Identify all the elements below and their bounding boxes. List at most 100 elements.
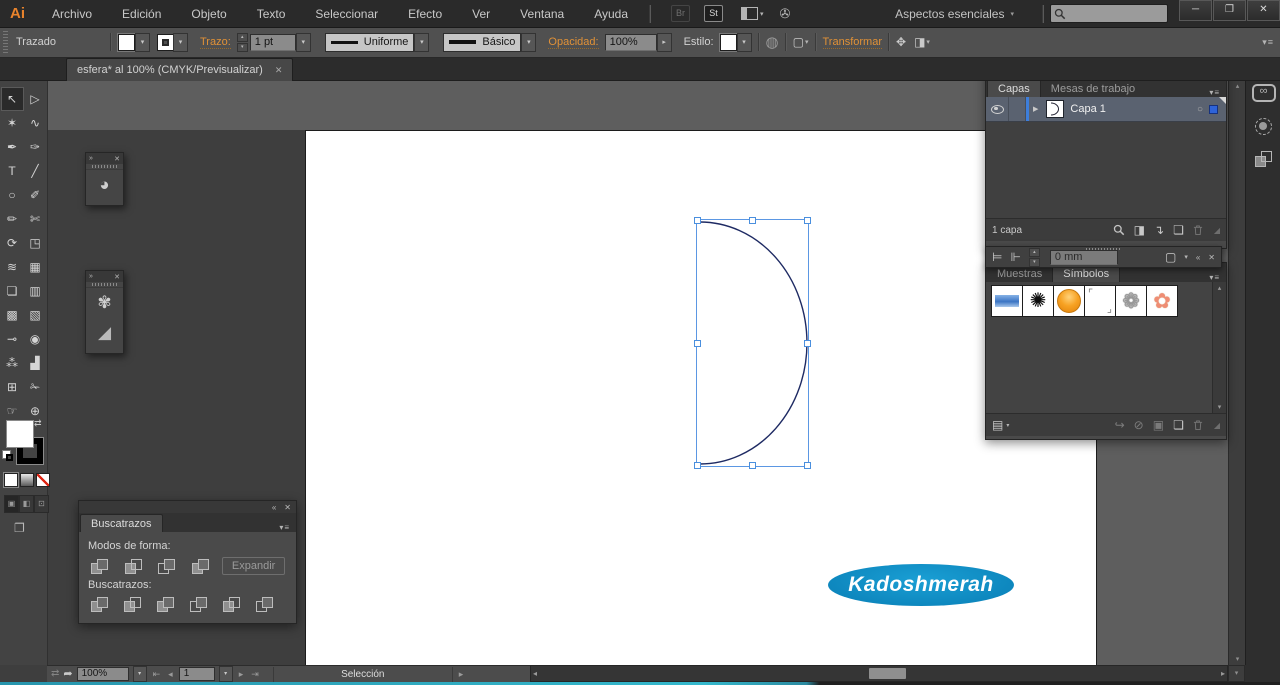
export-icon[interactable]: ➦ (63, 668, 72, 680)
handle-mid-left[interactable] (694, 340, 701, 347)
scroll-down-button[interactable]: ▾ (1228, 665, 1245, 682)
previous-artboard-icon[interactable]: ◂ (166, 669, 175, 680)
draw-inside-button[interactable]: ⊡ (34, 495, 49, 513)
horizontal-scrollbar[interactable]: ◂ ▸ (530, 665, 1228, 682)
break-link-icon[interactable]: ⊘ (1134, 419, 1144, 431)
align-vertical-icon[interactable]: ⊩ (1010, 251, 1020, 263)
crop-button[interactable] (187, 596, 211, 613)
brush-dropdown[interactable]: ▾ (521, 32, 537, 52)
close-icon[interactable]: ✕ (114, 273, 120, 281)
menu-edicion[interactable]: Edición (107, 7, 176, 21)
place-symbol-icon[interactable]: ↪ (1115, 419, 1125, 431)
symbol-trim-marks[interactable]: ⌜ ⌟ (1085, 286, 1116, 316)
line-segment-tool[interactable]: ╱ (24, 159, 47, 183)
artboard-dropdown[interactable]: ▾ (218, 666, 233, 682)
trim-button[interactable] (121, 596, 145, 613)
locate-object-icon[interactable] (1113, 224, 1125, 236)
resize-grip-icon[interactable]: ◢ (1214, 421, 1220, 430)
scroll-down-icon[interactable]: ▾ (1218, 403, 1222, 411)
lock-cell[interactable] (1009, 97, 1026, 121)
pencil-tool[interactable]: ✏ (1, 207, 24, 231)
strip-grip[interactable] (1086, 248, 1122, 250)
minimize-button[interactable]: ─ (1179, 0, 1212, 21)
layers-list-empty[interactable] (986, 122, 1226, 218)
handle-top-left[interactable] (694, 217, 701, 224)
stock-button[interactable]: St (704, 5, 724, 22)
arrange-documents-button[interactable]: ▾ (741, 7, 764, 20)
close-icon[interactable]: ✕ (284, 503, 291, 512)
select-similar-icon[interactable]: ▢ (793, 36, 804, 48)
symbol-ribbon[interactable] (992, 286, 1023, 316)
clipping-mask-icon[interactable]: ◨ (1134, 224, 1145, 236)
minus-front-button[interactable] (122, 558, 146, 575)
scrollbar-thumb[interactable] (869, 668, 906, 679)
last-artboard-icon[interactable]: ⇥ (249, 669, 261, 680)
symbol-sprayer-tool[interactable]: ⁂ (1, 351, 24, 375)
tab-capas[interactable]: Capas (987, 79, 1041, 97)
resize-grip-icon[interactable]: ◢ (1214, 226, 1220, 235)
palette-tool[interactable]: ✾ (86, 288, 123, 318)
color-button[interactable] (4, 473, 18, 487)
stroke-color-swatch[interactable] (157, 33, 174, 51)
align-to-selection-icon[interactable]: ▢ (1165, 251, 1176, 263)
symbol-options-icon[interactable]: ▣ (1153, 419, 1164, 431)
style-swatch[interactable] (719, 33, 737, 51)
panel-menu[interactable]: ▾≡ (273, 523, 296, 532)
stroke-weight-field[interactable]: 1 pt (249, 33, 296, 51)
swap-fill-stroke-icon[interactable]: ⇄ (34, 418, 42, 429)
search-input[interactable] (1069, 6, 1159, 21)
restore-button[interactable]: ❐ (1213, 0, 1246, 21)
merge-button[interactable] (154, 596, 178, 613)
target-icon[interactable]: ○ (1197, 104, 1209, 115)
panel-menu[interactable]: ▾≡ (1203, 273, 1226, 282)
next-artboard-icon[interactable]: ▸ (237, 669, 246, 680)
delete-layer-icon[interactable] (1193, 224, 1203, 236)
selected-art-indicator[interactable] (1209, 104, 1218, 114)
scroll-up-icon[interactable]: ▴ (1218, 284, 1222, 292)
menu-ventana[interactable]: Ventana (505, 7, 579, 21)
libraries-panel-icon[interactable] (1246, 118, 1280, 135)
outline-button[interactable] (220, 596, 244, 613)
draw-normal-button[interactable]: ▣ (4, 495, 19, 513)
artboard-tool[interactable]: ⊞ (1, 375, 24, 399)
scroll-up-icon[interactable]: ▴ (1229, 82, 1246, 90)
new-symbol-icon[interactable]: ❏ (1173, 419, 1184, 431)
fill-color-dropdown[interactable]: ▾ (135, 32, 150, 52)
handle-mid-right[interactable] (804, 340, 811, 347)
blend-tool[interactable]: ◉ (24, 327, 47, 351)
illustrator-logo[interactable]: Ai (0, 5, 37, 22)
mesh-tool[interactable]: ▩ (1, 303, 24, 327)
expand-layer-icon[interactable]: ▶ (1029, 105, 1042, 113)
type-tool[interactable]: T (1, 159, 24, 183)
sphere-tool[interactable]: ◕ (86, 170, 123, 200)
divide-button[interactable] (88, 596, 112, 613)
handle-top-right[interactable] (804, 217, 811, 224)
bridge-button[interactable]: Br (671, 5, 691, 22)
width-tool[interactable]: ≋ (1, 255, 24, 279)
close-icon[interactable]: ✕ (114, 155, 120, 163)
intersect-button[interactable] (155, 558, 179, 575)
default-fill-stroke-icon[interactable] (2, 450, 14, 462)
fill-swatch[interactable] (6, 420, 34, 448)
menu-seleccionar[interactable]: Seleccionar (300, 7, 393, 21)
tab-buscatrazos[interactable]: Buscatrazos (80, 514, 163, 532)
history-icon[interactable]: ⇄ (51, 669, 59, 679)
menu-objeto[interactable]: Objeto (176, 7, 241, 21)
new-layer-icon[interactable]: ❏ (1173, 224, 1184, 236)
tab-mesas-de-trabajo[interactable]: Mesas de trabajo (1041, 80, 1145, 97)
selection-tool[interactable]: ↖ (0, 87, 24, 111)
layer-thumbnail[interactable] (1046, 100, 1065, 118)
collapse-icon[interactable]: « (272, 503, 276, 512)
recolor-artwork-icon[interactable]: ◍ (766, 35, 779, 50)
style-dropdown[interactable]: ▾ (736, 32, 752, 52)
stroke-weight-dropdown[interactable]: ▾ (295, 32, 311, 52)
handle-bottom-right[interactable] (804, 462, 811, 469)
stroke-weight-stepper[interactable]: ▴ ▾ (236, 32, 248, 52)
fill-color-swatch[interactable] (118, 33, 135, 51)
zoom-dropdown[interactable]: ▾ (132, 666, 147, 682)
symbol-ink-splat[interactable]: ✺ (1023, 286, 1054, 316)
exclude-button[interactable] (189, 558, 213, 575)
symbol-orange-orb[interactable] (1054, 286, 1085, 316)
eyedropper-tool[interactable]: ⊸ (1, 327, 24, 351)
column-graph-tool[interactable]: ▟ (24, 351, 47, 375)
